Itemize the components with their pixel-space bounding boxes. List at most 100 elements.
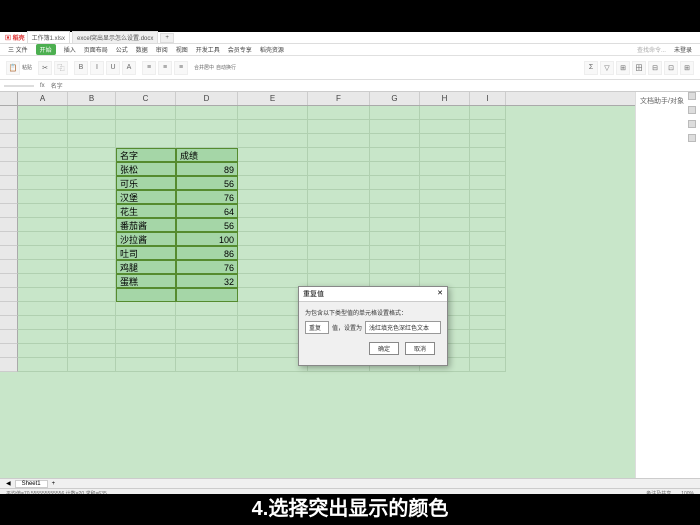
- close-icon[interactable]: ✕: [437, 289, 443, 299]
- cell[interactable]: [308, 176, 370, 190]
- fill-icon[interactable]: A: [122, 61, 136, 75]
- ok-button[interactable]: 确定: [369, 342, 399, 355]
- add-sheet-btn[interactable]: +: [52, 481, 56, 487]
- col-header-b[interactable]: B: [68, 92, 116, 105]
- tab-dev[interactable]: 开发工具: [196, 45, 220, 54]
- cell[interactable]: [176, 344, 238, 358]
- cell[interactable]: [420, 232, 470, 246]
- cell[interactable]: [308, 148, 370, 162]
- cell[interactable]: [68, 162, 116, 176]
- tab-insert[interactable]: 插入: [64, 45, 76, 54]
- cell[interactable]: [116, 106, 176, 120]
- file-menu[interactable]: 三 文件: [8, 45, 28, 54]
- tab-extra[interactable]: 稻壳资源: [260, 45, 284, 54]
- sheet-tab-1[interactable]: Sheet1: [15, 480, 48, 488]
- search-box[interactable]: 查找命令...: [637, 45, 666, 54]
- side-icon-2[interactable]: [688, 106, 696, 114]
- doc-tab-1[interactable]: 工作簿1.xlsx: [27, 31, 70, 44]
- cell[interactable]: [18, 358, 68, 372]
- cell[interactable]: [470, 330, 506, 344]
- cell[interactable]: [18, 302, 68, 316]
- cell[interactable]: [470, 274, 506, 288]
- cell[interactable]: [116, 358, 176, 372]
- tab-data[interactable]: 数据: [136, 45, 148, 54]
- cell[interactable]: [470, 344, 506, 358]
- row-header[interactable]: [0, 162, 18, 176]
- cell[interactable]: [18, 190, 68, 204]
- row-header[interactable]: [0, 274, 18, 288]
- tab-page[interactable]: 页面布局: [84, 45, 108, 54]
- row-header[interactable]: [0, 176, 18, 190]
- cell[interactable]: [370, 260, 420, 274]
- cell[interactable]: [370, 176, 420, 190]
- align-left-icon[interactable]: ≡: [142, 61, 156, 75]
- cell[interactable]: [420, 106, 470, 120]
- cell[interactable]: [238, 190, 308, 204]
- side-icon-1[interactable]: [688, 92, 696, 100]
- cell[interactable]: [68, 274, 116, 288]
- cell[interactable]: [370, 162, 420, 176]
- wrap-label[interactable]: 自动换行: [216, 64, 236, 71]
- row-header[interactable]: [0, 106, 18, 120]
- row-header[interactable]: [0, 344, 18, 358]
- account-btn[interactable]: 未登录: [674, 45, 692, 54]
- row-header[interactable]: [0, 120, 18, 134]
- cell[interactable]: [420, 246, 470, 260]
- cell[interactable]: [116, 316, 176, 330]
- cell[interactable]: [18, 274, 68, 288]
- row-header[interactable]: [0, 288, 18, 302]
- col-header-a[interactable]: A: [18, 92, 68, 105]
- cell[interactable]: [308, 106, 370, 120]
- cell[interactable]: [238, 176, 308, 190]
- cell[interactable]: [176, 106, 238, 120]
- cell[interactable]: [68, 316, 116, 330]
- cell[interactable]: 可乐: [116, 176, 176, 190]
- cell[interactable]: [470, 190, 506, 204]
- tab-formula[interactable]: 公式: [116, 45, 128, 54]
- cell[interactable]: [18, 106, 68, 120]
- col-header-i[interactable]: I: [470, 92, 506, 105]
- cell[interactable]: [68, 302, 116, 316]
- sheet-nav-prev-icon[interactable]: ◀: [6, 480, 11, 487]
- cell[interactable]: [68, 232, 116, 246]
- cell[interactable]: [420, 218, 470, 232]
- cell[interactable]: [370, 190, 420, 204]
- row-header[interactable]: [0, 148, 18, 162]
- cell[interactable]: 汉堡: [116, 190, 176, 204]
- cell[interactable]: [238, 246, 308, 260]
- cell[interactable]: [68, 134, 116, 148]
- tab-tools[interactable]: 会员专享: [228, 45, 252, 54]
- col-header-h[interactable]: H: [420, 92, 470, 105]
- cell[interactable]: [420, 134, 470, 148]
- cell[interactable]: [238, 148, 308, 162]
- cell[interactable]: [308, 246, 370, 260]
- cell[interactable]: [370, 218, 420, 232]
- cut-icon[interactable]: ✂: [38, 61, 52, 75]
- filter-icon[interactable]: ⊞: [616, 61, 630, 75]
- cell[interactable]: [470, 302, 506, 316]
- cell[interactable]: [238, 218, 308, 232]
- cell[interactable]: [308, 120, 370, 134]
- cell[interactable]: [68, 344, 116, 358]
- name-box[interactable]: [4, 85, 34, 87]
- cell[interactable]: [176, 358, 238, 372]
- cell[interactable]: [470, 204, 506, 218]
- cell[interactable]: [238, 106, 308, 120]
- row-header[interactable]: [0, 302, 18, 316]
- cell[interactable]: [308, 204, 370, 218]
- tab-start[interactable]: 开始: [36, 44, 56, 55]
- cell[interactable]: [370, 204, 420, 218]
- cell[interactable]: [420, 162, 470, 176]
- cell[interactable]: [420, 176, 470, 190]
- cell[interactable]: [470, 106, 506, 120]
- cell[interactable]: [470, 134, 506, 148]
- tab-review[interactable]: 审阅: [156, 45, 168, 54]
- cell[interactable]: 86: [176, 246, 238, 260]
- cell[interactable]: [68, 246, 116, 260]
- row-header[interactable]: [0, 218, 18, 232]
- cell[interactable]: [470, 288, 506, 302]
- cell[interactable]: 56: [176, 218, 238, 232]
- format-dropdown[interactable]: 浅红填充色深红色文本: [365, 321, 441, 334]
- cell[interactable]: [68, 288, 116, 302]
- cell[interactable]: [370, 120, 420, 134]
